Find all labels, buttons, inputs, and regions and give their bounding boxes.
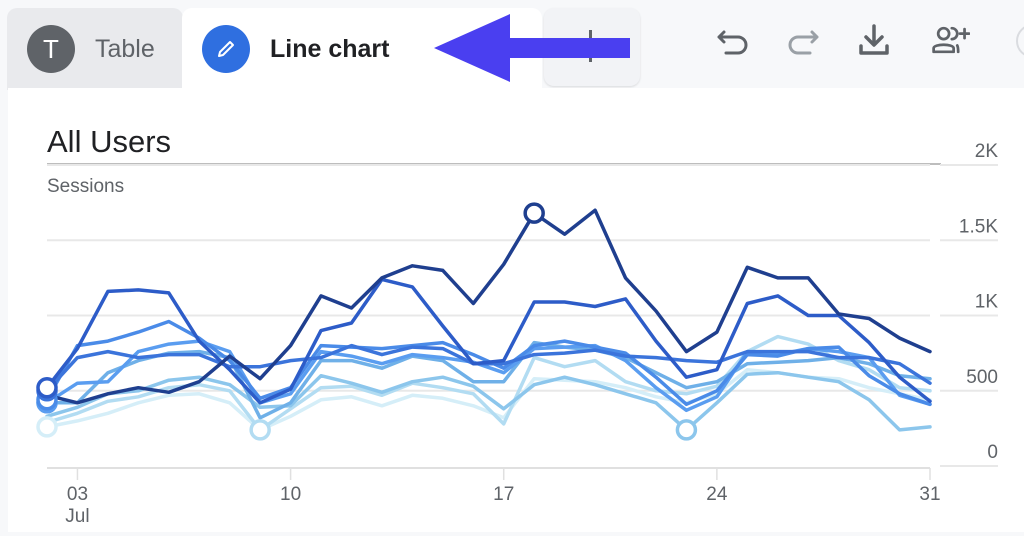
y-tick-label: 2K — [975, 141, 999, 162]
y-tick-label: 1K — [975, 292, 999, 313]
y-tick-label: 500 — [966, 367, 998, 388]
x-tick-label: 24 — [706, 484, 728, 505]
y-tick-label: 1.5K — [959, 216, 998, 237]
y-tick-label: 0 — [987, 442, 998, 463]
series-marker-8 — [249, 419, 271, 441]
x-tick-label: 17 — [493, 484, 514, 505]
x-tick-label: 31 — [919, 484, 940, 505]
series-marker-9 — [36, 416, 58, 438]
series-marker-2 — [36, 376, 58, 399]
x-tick-label: 10 — [280, 484, 301, 505]
x-tick-label: 03 — [67, 484, 88, 505]
series-marker-1 — [523, 202, 545, 224]
series-marker-7 — [675, 419, 698, 441]
line-chart: 0 500 1K 1.5K 2K 03Jul 10 17 24 31 — [36, 141, 999, 527]
x-tick-sublabel: Jul — [65, 506, 89, 527]
